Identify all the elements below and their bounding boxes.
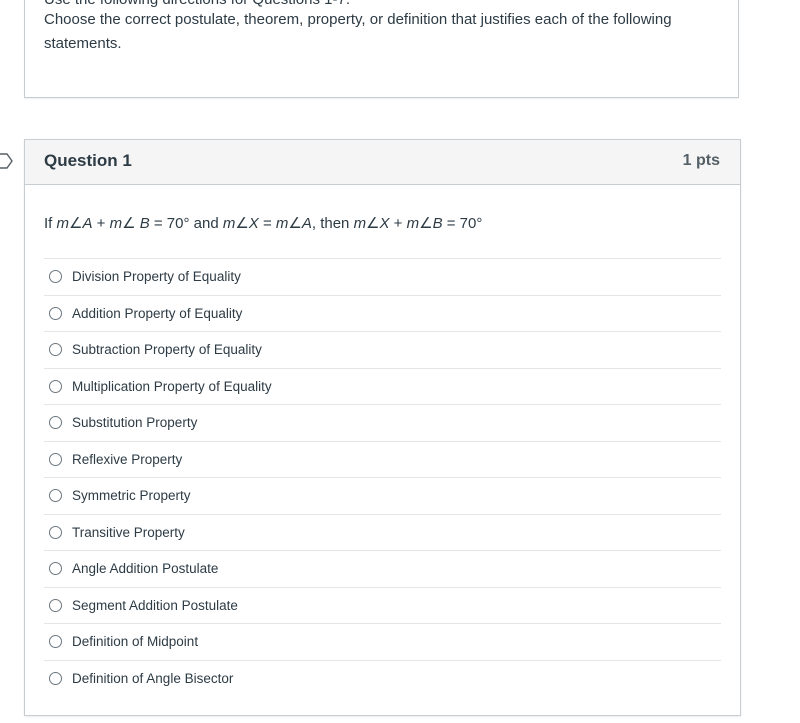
answer-label: Multiplication Property of Equality <box>72 378 272 394</box>
answer-option[interactable]: Subtraction Property of Equality <box>44 331 721 368</box>
answer-label: Addition Property of Equality <box>72 305 243 321</box>
question-text-part: = <box>258 215 276 232</box>
question-title: Question 1 <box>44 151 132 170</box>
question-text-part: + <box>389 215 407 232</box>
math-expression: m∠X <box>222 215 259 232</box>
answer-option[interactable]: Addition Property of Equality <box>44 294 721 332</box>
math-expression: m∠X <box>353 215 390 232</box>
answer-option[interactable]: Reflexive Property <box>44 440 721 478</box>
question-text-part: If <box>44 215 57 232</box>
answer-label: Substitution Property <box>72 415 198 431</box>
radio-button[interactable] <box>49 598 62 612</box>
answer-list: Division Property of Equality Addition P… <box>44 258 721 696</box>
answer-label: Reflexive Property <box>72 451 183 467</box>
radio-button[interactable] <box>49 562 62 576</box>
radio-button[interactable] <box>49 270 62 284</box>
answer-label: Division Property of Equality <box>72 269 241 285</box>
question-text: If m∠A + m∠ B = 70° and m∠X = m∠A, then … <box>44 214 482 232</box>
answer-label: Angle Addition Postulate <box>72 561 219 577</box>
radio-button[interactable] <box>49 306 62 320</box>
question-text-part: + <box>92 215 110 232</box>
math-expression: m∠A <box>56 215 93 232</box>
bookmark-flag-icon[interactable] <box>0 153 14 169</box>
answer-label: Transitive Property <box>72 524 185 540</box>
question-header: Question 1 1 pts <box>25 140 740 185</box>
radio-button[interactable] <box>49 489 62 503</box>
answer-option[interactable]: Substitution Property <box>44 404 721 441</box>
answer-option[interactable]: Transitive Property <box>44 513 721 551</box>
radio-button[interactable] <box>49 416 62 430</box>
directions-card: Use the following directions for Questio… <box>24 0 739 98</box>
answer-option[interactable]: Division Property of Equality <box>44 258 721 295</box>
radio-button[interactable] <box>49 452 62 466</box>
question-text-part: = 70° <box>442 215 483 232</box>
answer-label: Subtraction Property of Equality <box>72 342 262 358</box>
radio-button[interactable] <box>49 525 62 539</box>
radio-button[interactable] <box>49 635 62 649</box>
answer-option[interactable]: Multiplication Property of Equality <box>44 367 721 405</box>
answer-option[interactable]: Angle Addition Postulate <box>44 550 721 587</box>
math-expression: m∠ B <box>109 215 150 232</box>
radio-button[interactable] <box>49 671 62 685</box>
question-text-part: = 70° and <box>149 215 223 232</box>
answer-option[interactable]: Definition of Midpoint <box>44 623 721 660</box>
question-card: Question 1 1 pts If m∠A + m∠ B = 70° and… <box>24 139 741 716</box>
radio-button[interactable] <box>49 379 62 393</box>
answer-label: Definition of Midpoint <box>72 634 199 650</box>
directions-text-line-1: Choose the correct postulate, theorem, p… <box>44 11 672 28</box>
directions-text-line-2: statements. <box>44 35 122 52</box>
math-expression: m∠B <box>406 215 443 232</box>
radio-button[interactable] <box>49 343 62 357</box>
answer-option[interactable]: Segment Addition Postulate <box>44 586 721 624</box>
question-text-part: , then <box>311 215 354 232</box>
math-expression: m∠A <box>275 215 312 232</box>
answer-label: Definition of Angle Bisector <box>72 670 234 686</box>
answer-label: Segment Addition Postulate <box>72 597 238 613</box>
answer-option[interactable]: Symmetric Property <box>44 477 721 514</box>
answer-option[interactable]: Definition of Angle Bisector <box>44 659 721 697</box>
question-points: 1 pts <box>682 152 720 169</box>
answer-label: Symmetric Property <box>72 488 191 504</box>
